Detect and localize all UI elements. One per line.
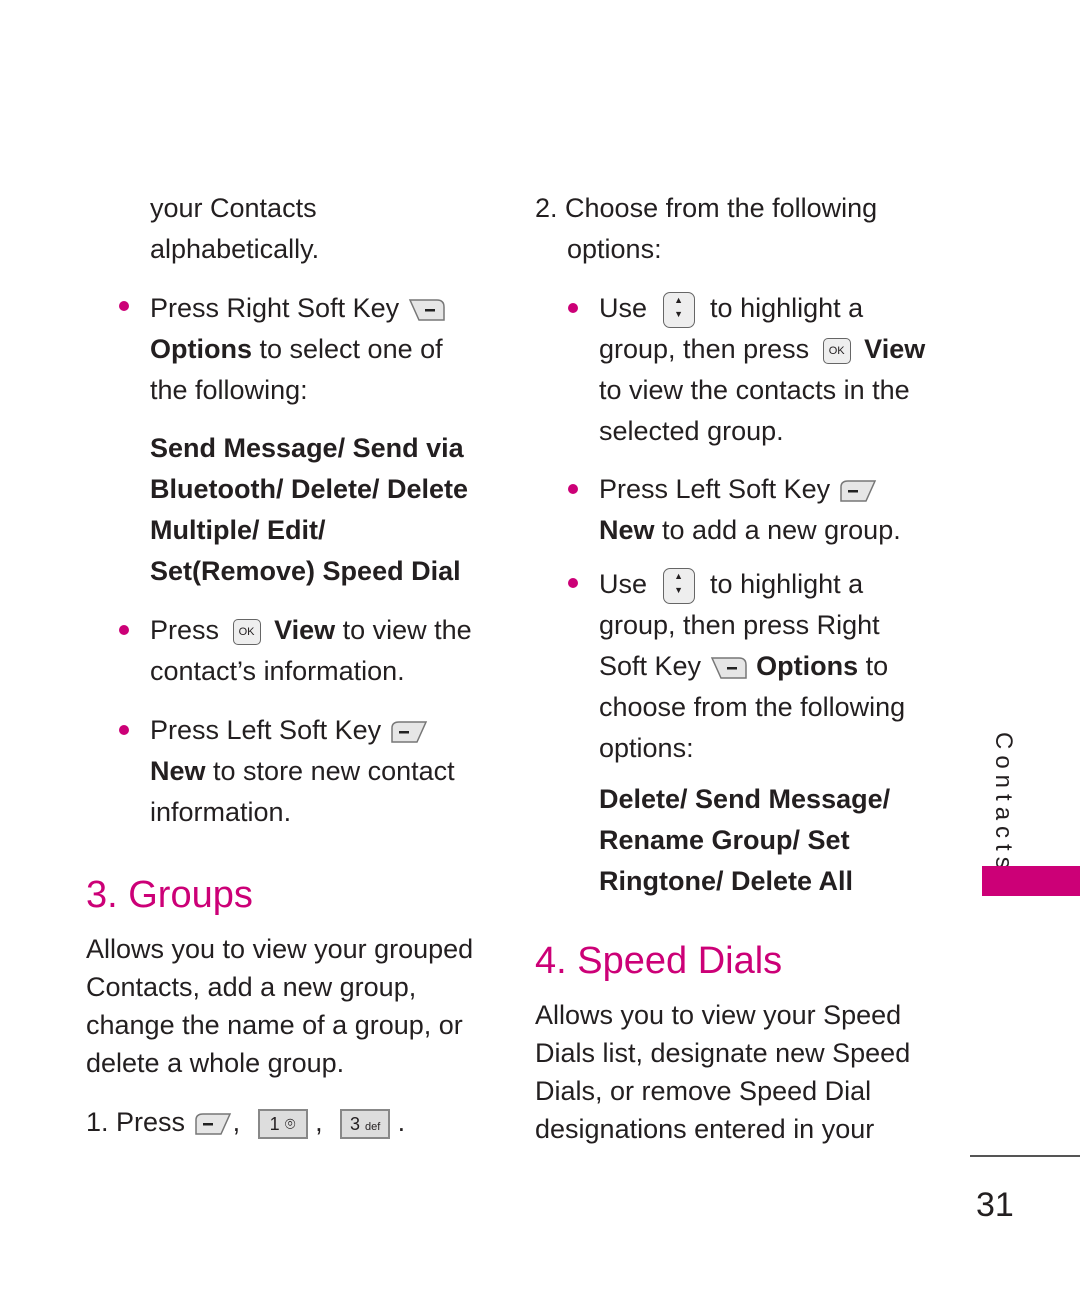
- step-2: 2. Choose from the following options:: [535, 193, 878, 264]
- key-1-icon: 1 ⌾: [257, 1108, 308, 1139]
- group-options-list: Delete/ Send Message/Rename Group/ Set Ri…: [599, 784, 891, 896]
- step-1: 1. Press , 1 ⌾ , 3 def .: [86, 1107, 406, 1139]
- bullet-dot: [119, 301, 129, 311]
- bullet-dot: [568, 303, 578, 313]
- bullet-dot: [119, 725, 129, 735]
- left-soft-key-instruction: Press Left Soft Key New to store new con…: [150, 715, 455, 827]
- bullet-dot: [568, 578, 578, 588]
- speed-dials-description: Allows you to view your Speed Dials list,…: [535, 1000, 911, 1144]
- view-group-instruction: Use ▲ ▼ to highlight a group, then press …: [599, 291, 926, 446]
- view-instruction: Press OK View to view the contact’s info…: [150, 615, 472, 686]
- left-soft-key-icon: [390, 721, 427, 743]
- key-3-icon: 3 def: [340, 1108, 391, 1139]
- right-soft-key-icon: [710, 657, 747, 679]
- section-title-groups: 3. Groups: [86, 874, 253, 916]
- navigation-key-icon: ▲ ▼: [662, 567, 695, 604]
- right-soft-key-instruction: Press Right Soft Key Options to select o…: [150, 288, 447, 411]
- new-group-instruction: Press Left Soft Key New to add a new gro…: [599, 474, 901, 545]
- footer-rule: [970, 1155, 1080, 1157]
- side-tab-label: Contacts: [990, 732, 1017, 875]
- right-soft-key-icon: [408, 299, 445, 321]
- intro-text: your Contacts alphabetically.: [150, 193, 320, 264]
- page-number: 31: [976, 1186, 1014, 1224]
- side-tab-marker: [982, 866, 1080, 896]
- bullet-dot: [119, 625, 129, 635]
- groups-description: Allows you to view your grouped Contacts,…: [86, 934, 474, 1078]
- contact-options-list: Send Message/ Send via Bluetooth/ Delete/…: [150, 433, 469, 586]
- bullet-dot: [568, 484, 578, 494]
- left-soft-key-icon: [839, 480, 876, 502]
- group-options-instruction: Use ▲ ▼ to highlight a group, then press …: [599, 567, 906, 763]
- ok-key-icon: OK: [232, 618, 261, 645]
- navigation-key-icon: ▲ ▼: [662, 291, 695, 328]
- section-title-speed-dials: 4. Speed Dials: [535, 940, 783, 982]
- left-soft-key-icon: [194, 1113, 231, 1135]
- ok-key-icon: OK: [822, 337, 851, 364]
